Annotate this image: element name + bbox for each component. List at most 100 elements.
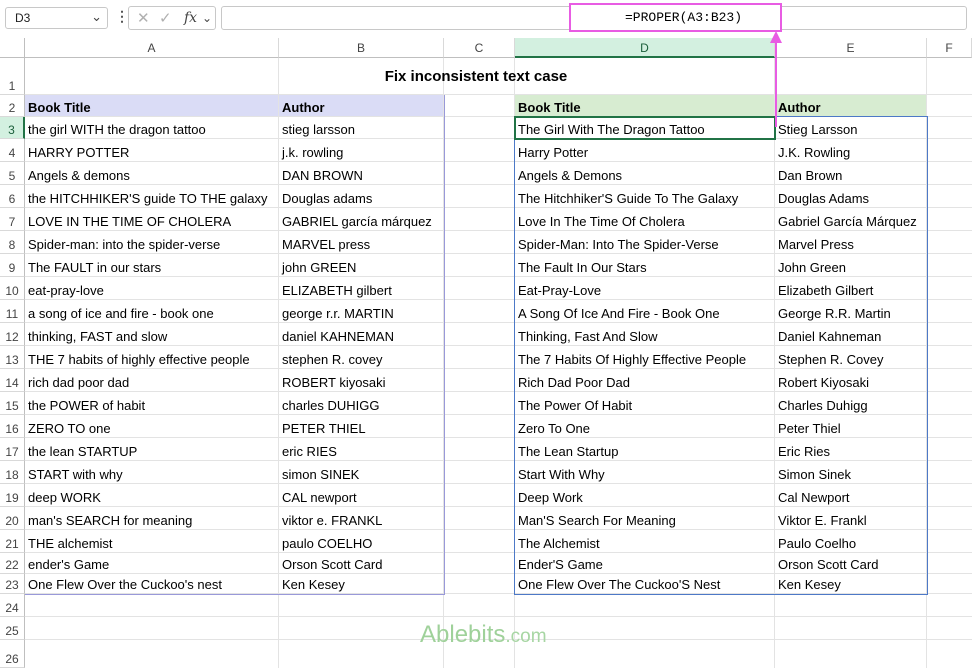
result-cell-author[interactable]: Eric Ries: [775, 438, 927, 461]
source-cell-title[interactable]: Spider-man: into the spider-verse: [25, 231, 279, 254]
source-cell-author[interactable]: Orson Scott Card: [279, 553, 444, 574]
source-cell-author[interactable]: eric RIES: [279, 438, 444, 461]
result-cell-author[interactable]: Orson Scott Card: [775, 553, 927, 574]
row-header-3[interactable]: 3: [0, 117, 25, 139]
row-header-12[interactable]: 12: [0, 323, 25, 346]
source-cell-author[interactable]: ROBERT kiyosaki: [279, 369, 444, 392]
source-cell-title[interactable]: HARRY POTTER: [25, 139, 279, 162]
result-cell-title[interactable]: Eat-Pray-Love: [515, 277, 775, 300]
result-header-book-title[interactable]: Book Title: [515, 95, 775, 117]
source-cell-title[interactable]: THE alchemist: [25, 530, 279, 553]
source-cell-author[interactable]: Ken Kesey: [279, 574, 444, 594]
source-cell-title[interactable]: the HITCHHIKER'S guide TO THE galaxy: [25, 185, 279, 208]
result-cell-author[interactable]: Douglas Adams: [775, 185, 927, 208]
row-header-24[interactable]: 24: [0, 594, 25, 617]
source-cell-title[interactable]: thinking, FAST and slow: [25, 323, 279, 346]
source-cell-author[interactable]: george r.r. MARTIN: [279, 300, 444, 323]
chevron-down-icon[interactable]: ⌄: [91, 9, 102, 25]
chevron-down-icon[interactable]: ⌄: [202, 11, 212, 25]
source-cell-title[interactable]: ender's Game: [25, 553, 279, 574]
source-cell-title[interactable]: START with why: [25, 461, 279, 484]
result-cell-title[interactable]: The 7 Habits Of Highly Effective People: [515, 346, 775, 369]
source-cell-author[interactable]: PETER THIEL: [279, 415, 444, 438]
result-cell-author[interactable]: Dan Brown: [775, 162, 927, 185]
row-header-19[interactable]: 19: [0, 484, 25, 507]
source-cell-author[interactable]: MARVEL press: [279, 231, 444, 254]
row-header-7[interactable]: 7: [0, 208, 25, 231]
result-cell-author[interactable]: George R.R. Martin: [775, 300, 927, 323]
source-cell-title[interactable]: One Flew Over the Cuckoo's nest: [25, 574, 279, 594]
source-cell-author[interactable]: charles DUHIGG: [279, 392, 444, 415]
result-cell-title[interactable]: Harry Potter: [515, 139, 775, 162]
source-cell-title[interactable]: a song of ice and fire - book one: [25, 300, 279, 323]
result-cell-title[interactable]: Love In The Time Of Cholera: [515, 208, 775, 231]
result-cell-author[interactable]: Simon Sinek: [775, 461, 927, 484]
row-header-10[interactable]: 10: [0, 277, 25, 300]
name-box[interactable]: D3 ⌄: [5, 7, 108, 29]
column-header-a[interactable]: A: [25, 38, 279, 58]
source-cell-title[interactable]: the girl WITH the dragon tattoo: [25, 117, 279, 139]
column-header-e[interactable]: E: [775, 38, 927, 58]
result-cell-author[interactable]: Charles Duhigg: [775, 392, 927, 415]
select-all-corner[interactable]: [0, 38, 25, 58]
source-cell-author[interactable]: GABRIEL garcía márquez: [279, 208, 444, 231]
source-cell-title[interactable]: man's SEARCH for meaning: [25, 507, 279, 530]
result-cell-title[interactable]: Start With Why: [515, 461, 775, 484]
source-cell-author[interactable]: john GREEN: [279, 254, 444, 277]
row-header-17[interactable]: 17: [0, 438, 25, 461]
source-cell-title[interactable]: the lean STARTUP: [25, 438, 279, 461]
result-cell-author[interactable]: Marvel Press: [775, 231, 927, 254]
source-cell-author[interactable]: viktor e. FRANKL: [279, 507, 444, 530]
result-cell-author[interactable]: Peter Thiel: [775, 415, 927, 438]
source-cell-title[interactable]: the POWER of habit: [25, 392, 279, 415]
insert-function-icon[interactable]: fx: [184, 10, 197, 26]
result-cell-author[interactable]: Cal Newport: [775, 484, 927, 507]
source-cell-author[interactable]: daniel KAHNEMAN: [279, 323, 444, 346]
row-header-20[interactable]: 20: [0, 507, 25, 530]
source-cell-title[interactable]: THE 7 habits of highly effective people: [25, 346, 279, 369]
result-cell-title[interactable]: Zero To One: [515, 415, 775, 438]
row-header-4[interactable]: 4: [0, 139, 25, 162]
row-header-14[interactable]: 14: [0, 369, 25, 392]
source-cell-title[interactable]: ZERO TO one: [25, 415, 279, 438]
result-cell-title[interactable]: One Flew Over The Cuckoo'S Nest: [515, 574, 775, 594]
row-header-22[interactable]: 22: [0, 553, 25, 574]
source-cell-title[interactable]: rich dad poor dad: [25, 369, 279, 392]
source-cell-author[interactable]: Douglas adams: [279, 185, 444, 208]
column-header-b[interactable]: B: [279, 38, 444, 58]
result-cell-title[interactable]: Thinking, Fast And Slow: [515, 323, 775, 346]
row-header-15[interactable]: 15: [0, 392, 25, 415]
source-cell-title[interactable]: The FAULT in our stars: [25, 254, 279, 277]
result-cell-title[interactable]: The Fault In Our Stars: [515, 254, 775, 277]
row-header-11[interactable]: 11: [0, 300, 25, 323]
result-cell-title[interactable]: Man'S Search For Meaning: [515, 507, 775, 530]
column-header-f[interactable]: F: [927, 38, 972, 58]
result-cell-author[interactable]: Paulo Coelho: [775, 530, 927, 553]
result-header-author[interactable]: Author: [775, 95, 927, 117]
row-header-25[interactable]: 25: [0, 617, 25, 640]
result-cell-title[interactable]: The Hitchhiker'S Guide To The Galaxy: [515, 185, 775, 208]
row-header-1[interactable]: 1: [0, 58, 25, 95]
source-cell-author[interactable]: DAN BROWN: [279, 162, 444, 185]
more-options-icon[interactable]: ⋮: [115, 9, 129, 23]
result-cell-author[interactable]: J.K. Rowling: [775, 139, 927, 162]
result-cell-author[interactable]: Ken Kesey: [775, 574, 927, 594]
result-cell-author[interactable]: John Green: [775, 254, 927, 277]
row-header-13[interactable]: 13: [0, 346, 25, 369]
row-header-16[interactable]: 16: [0, 415, 25, 438]
source-cell-author[interactable]: CAL newport: [279, 484, 444, 507]
row-header-21[interactable]: 21: [0, 530, 25, 553]
row-header-5[interactable]: 5: [0, 162, 25, 185]
column-header-d[interactable]: D: [515, 38, 775, 58]
result-cell-author[interactable]: Viktor E. Frankl: [775, 507, 927, 530]
enter-icon[interactable]: ✓: [159, 9, 172, 27]
result-cell-title[interactable]: Angels & Demons: [515, 162, 775, 185]
result-cell-title[interactable]: Spider-Man: Into The Spider-Verse: [515, 231, 775, 254]
source-header-author[interactable]: Author: [279, 95, 444, 117]
result-cell-author[interactable]: Daniel Kahneman: [775, 323, 927, 346]
row-header-26[interactable]: 26: [0, 640, 25, 668]
result-cell-title[interactable]: The Lean Startup: [515, 438, 775, 461]
source-cell-title[interactable]: Angels & demons: [25, 162, 279, 185]
result-cell-title[interactable]: Rich Dad Poor Dad: [515, 369, 775, 392]
cancel-icon[interactable]: ✕: [137, 9, 150, 27]
